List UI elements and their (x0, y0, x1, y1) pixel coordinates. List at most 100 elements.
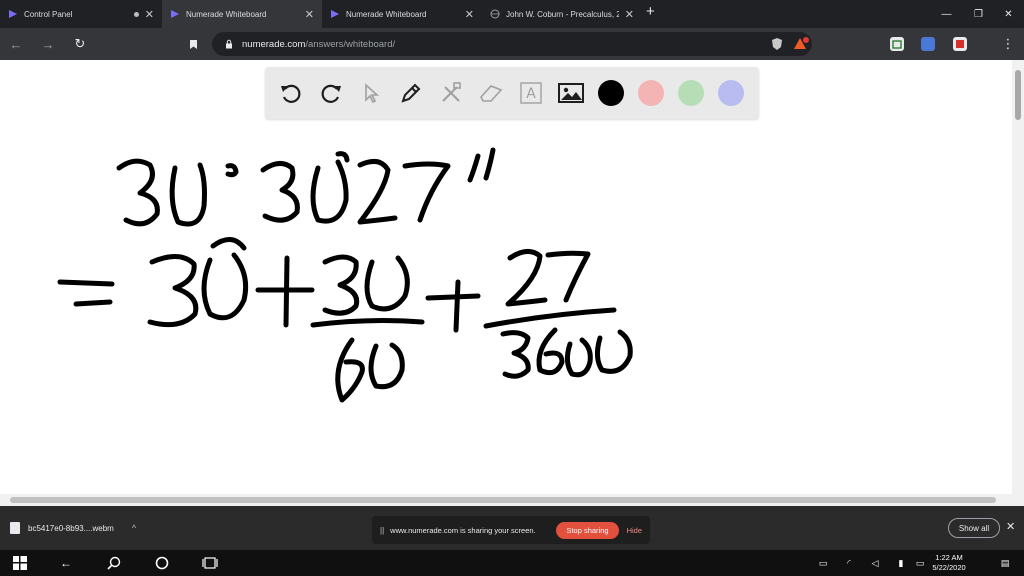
extension-numerade-icon[interactable] (953, 37, 967, 51)
download-filename: bc5417e0-8b93....webm (28, 523, 114, 533)
system-clock[interactable]: 1:22 AM 5/22/2020 (926, 553, 972, 573)
brave-shield-icon[interactable] (770, 37, 784, 51)
reload-icon[interactable]: ↻ (70, 34, 90, 54)
handwriting-stroke (505, 249, 548, 307)
whiteboard-canvas[interactable] (0, 60, 1012, 494)
image-icon[interactable] (557, 79, 585, 107)
stop-sharing-button[interactable]: Stop sharing (556, 521, 619, 539)
menu-dots-icon[interactable]: ⋮ (998, 34, 1018, 54)
taskbar: ← ▭ ◜ ◁ ▮ ▭ 1:22 AM 5/22/2020 ▤ (0, 550, 1024, 576)
handwriting-stroke (483, 307, 617, 329)
scrollbar-thumb[interactable] (10, 497, 996, 503)
clock-time: 1:22 AM (935, 553, 963, 562)
pause-icon[interactable]: || (380, 526, 384, 535)
tab-audio-dot-icon (133, 11, 139, 17)
handwriting-stroke (57, 279, 115, 287)
brave-rewards-icon[interactable] (793, 37, 809, 51)
handwriting-stroke (283, 255, 290, 328)
close-icon[interactable]: ✕ (145, 8, 154, 21)
handwriting-stroke (564, 337, 593, 378)
browser-toolbar: ← → ↻ numerade.com/answers/whiteboard/ ⋮ (0, 28, 1024, 60)
vertical-scrollbar[interactable] (1012, 60, 1024, 506)
handwriting-stroke (364, 255, 410, 312)
color-swatch-pink[interactable] (638, 80, 664, 106)
numerade-logo-icon (171, 10, 179, 18)
tab-numerade-whiteboard-active[interactable]: Numerade Whiteboard ✕ (162, 0, 322, 28)
redo-icon[interactable] (317, 79, 345, 107)
restore-icon[interactable]: ❐ (962, 0, 995, 28)
handwriting-stroke (402, 161, 451, 223)
tab-title: Control Panel (24, 9, 73, 19)
tools-icon[interactable] (437, 79, 465, 107)
close-icon[interactable]: ✕ (465, 8, 474, 21)
cortana-icon[interactable] (154, 555, 170, 571)
url-path: /answers/whiteboard/ (305, 38, 396, 50)
download-item[interactable]: bc5417e0-8b93....webm ^ (10, 516, 136, 540)
handwriting-stroke (500, 330, 531, 379)
window-close-icon[interactable]: ✕ (992, 0, 1024, 28)
undo-icon[interactable] (277, 79, 305, 107)
globe-icon (490, 9, 500, 19)
hide-button[interactable]: Hide (627, 526, 642, 535)
bookmark-icon[interactable] (183, 34, 203, 54)
extension-calendar-icon[interactable] (890, 37, 904, 51)
close-icon[interactable]: ✕ (1006, 520, 1015, 533)
handwriting-stroke (210, 237, 247, 251)
handwriting-stroke (73, 299, 113, 307)
battery-icon[interactable]: ▭ (818, 558, 828, 568)
handwriting-stroke (225, 163, 239, 178)
tab-title: John W. Coburn - Precalculus, 2e (506, 9, 619, 19)
volume-icon[interactable]: ◁ (870, 558, 880, 568)
lock-icon (226, 39, 232, 49)
handwriting-stroke (483, 147, 496, 181)
handwriting-stroke (322, 254, 360, 316)
chevron-up-icon[interactable]: ^ (132, 523, 136, 533)
handwriting-stroke (453, 279, 461, 333)
wifi-icon[interactable]: ◜ (844, 558, 854, 568)
handwriting-stroke (545, 250, 591, 303)
pen-icon[interactable] (397, 79, 425, 107)
windows-start-icon[interactable] (12, 555, 28, 571)
handwriting-stroke (201, 252, 249, 321)
horizontal-scrollbar[interactable] (0, 494, 1012, 506)
back-arrow-icon[interactable]: ← (58, 555, 74, 571)
share-message: www.numerade.com is sharing your screen. (390, 525, 536, 535)
search-icon[interactable] (106, 555, 122, 571)
extension-translate-icon[interactable] (921, 37, 935, 51)
color-swatch-blue[interactable] (718, 80, 744, 106)
new-tab-plus-icon[interactable]: + (646, 3, 655, 20)
handwriting-stroke (467, 153, 481, 183)
close-icon[interactable]: ✕ (625, 8, 634, 21)
whiteboard-toolbar: A (265, 67, 759, 119)
handwriting-stroke (425, 293, 481, 301)
tab-control-panel[interactable]: Control Panel ✕ (0, 0, 162, 28)
handwriting-stroke (260, 161, 300, 223)
minimize-icon[interactable]: — (930, 0, 963, 28)
tab-numerade-whiteboard[interactable]: Numerade Whiteboard ✕ (322, 0, 482, 28)
forward-arrow-icon[interactable]: → (38, 34, 58, 54)
tab-coburn-precalculus[interactable]: John W. Coburn - Precalculus, 2e ✕ (482, 0, 642, 28)
address-bar[interactable]: numerade.com/answers/whiteboard/ (212, 32, 812, 56)
pointer-icon[interactable] (357, 79, 385, 107)
text-icon[interactable]: A (517, 79, 545, 107)
handwriting-stroke (536, 327, 565, 376)
tab-strip: Control Panel ✕ Numerade Whiteboard ✕ Nu… (0, 0, 1024, 28)
scrollbar-thumb[interactable] (1015, 70, 1021, 120)
color-swatch-black[interactable] (598, 80, 624, 106)
handwriting-stroke (594, 329, 633, 374)
color-swatch-green[interactable] (678, 80, 704, 106)
handwriting-stroke (335, 151, 350, 163)
url-host: numerade.com (242, 38, 306, 50)
numerade-logo-icon (331, 10, 339, 18)
screen: Control Panel ✕ Numerade Whiteboard ✕ Nu… (0, 0, 1024, 576)
handwriting-stroke (116, 158, 160, 227)
task-view-icon[interactable] (202, 555, 218, 571)
eraser-icon[interactable] (477, 79, 505, 107)
show-all-button[interactable]: Show all (948, 518, 1000, 538)
notification-icon[interactable]: ▤ (998, 558, 1012, 568)
microphone-icon[interactable]: ▮ (896, 558, 906, 568)
clock-date: 5/22/2020 (932, 563, 966, 572)
close-icon[interactable]: ✕ (305, 8, 314, 21)
handwriting-stroke (368, 342, 405, 390)
back-arrow-icon[interactable]: ← (6, 34, 26, 54)
